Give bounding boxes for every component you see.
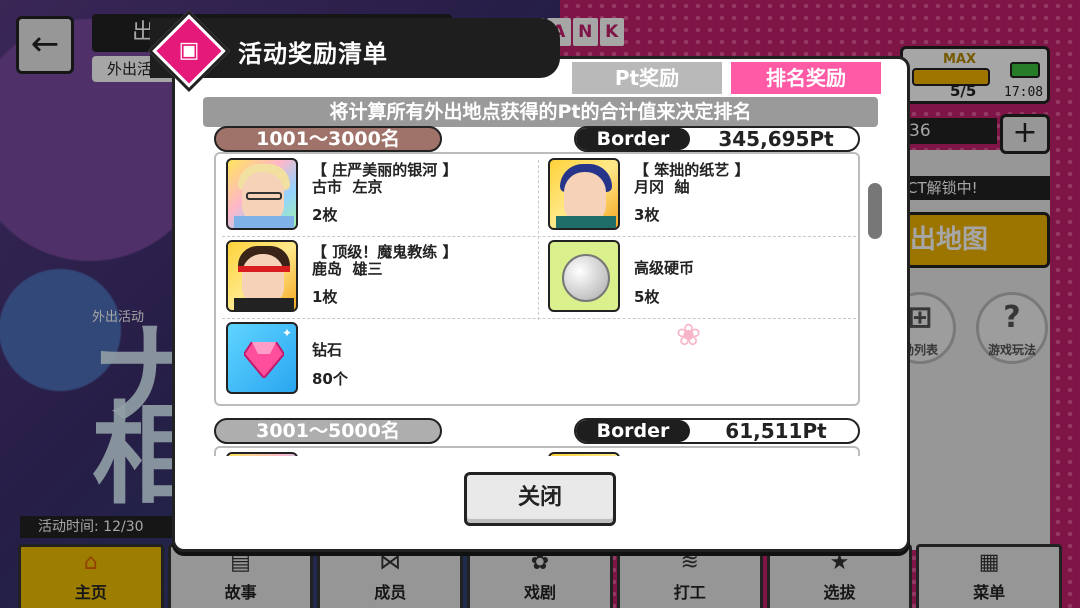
border-label: Border [576, 420, 690, 442]
reward-qty: 3枚 [634, 206, 660, 224]
coin-icon [548, 240, 620, 312]
border-box: Border 61,511Pt [574, 418, 860, 444]
reward-name: 钻石 [312, 341, 343, 359]
reward-item[interactable]: ✦ 钻石 80个 [216, 318, 536, 400]
close-button[interactable]: 关闭 [464, 472, 616, 526]
scrollbar-thumb[interactable] [868, 183, 882, 239]
ranking-info-banner: 将计算所有外出地点获得的Pt的合计值来决定排名 [203, 97, 878, 127]
tier-reward-list: 【 庄严美丽的银河 】 古市 左京 2枚 【 笨拙的纸艺 】 月冈 紬 3枚 【… [214, 152, 860, 406]
tab-rank-rewards[interactable]: 排名奖励 [731, 62, 881, 94]
card-portrait-icon [226, 158, 298, 230]
card-portrait-icon [548, 158, 620, 230]
reward-name: 高级硬币 [634, 259, 695, 277]
diamond-icon: ✦ [226, 322, 298, 394]
reward-item[interactable]: 高级硬币 5枚 [538, 236, 858, 318]
petal-decoration-icon: ❀ [676, 318, 702, 353]
reward-item[interactable]: 【 笨拙的纸艺 】 月冈 紬 3枚 [538, 154, 858, 236]
reward-qty: 2枚 [312, 206, 338, 224]
tier-header: 1001～3000名 Border 345,695Pt [214, 126, 860, 152]
tab-pt-rewards[interactable]: Pt奖励 [572, 62, 722, 94]
reward-qty: 1枚 [312, 288, 338, 306]
card-portrait-icon [226, 452, 298, 456]
treasure-chest-icon: ▣ [178, 38, 200, 63]
reward-name: 【 庄严美丽的银河 】 古市 左京 [312, 161, 458, 196]
border-value: 345,695Pt [718, 127, 834, 151]
border-box: Border 345,695Pt [574, 126, 860, 152]
tier-range-pill: 1001～3000名 [214, 126, 442, 152]
card-portrait-icon [548, 452, 620, 456]
card-portrait-icon [226, 240, 298, 312]
reward-name: 【 顶级！魔鬼教练 】 鹿岛 雄三 [312, 243, 458, 278]
tier-header: 3001～5000名 Border 61,511Pt [214, 418, 860, 444]
reward-qty: 80个 [312, 370, 348, 388]
reward-scroll-area[interactable]: 1001～3000名 Border 345,695Pt 【 庄严美丽的银河 】 … [190, 124, 890, 456]
border-label: Border [576, 128, 690, 150]
tier-range-pill: 3001～5000名 [214, 418, 442, 444]
modal-title: 活动奖励清单 [238, 40, 388, 68]
reward-qty: 5枚 [634, 288, 660, 306]
tier-reward-list [214, 446, 860, 456]
reward-name: 【 笨拙的纸艺 】 月冈 紬 [634, 161, 750, 196]
reward-item[interactable]: 【 顶级！魔鬼教练 】 鹿岛 雄三 1枚 [216, 236, 536, 318]
reward-item[interactable]: 【 庄严美丽的银河 】 古市 左京 2枚 [216, 154, 536, 236]
border-value: 61,511Pt [725, 419, 827, 443]
